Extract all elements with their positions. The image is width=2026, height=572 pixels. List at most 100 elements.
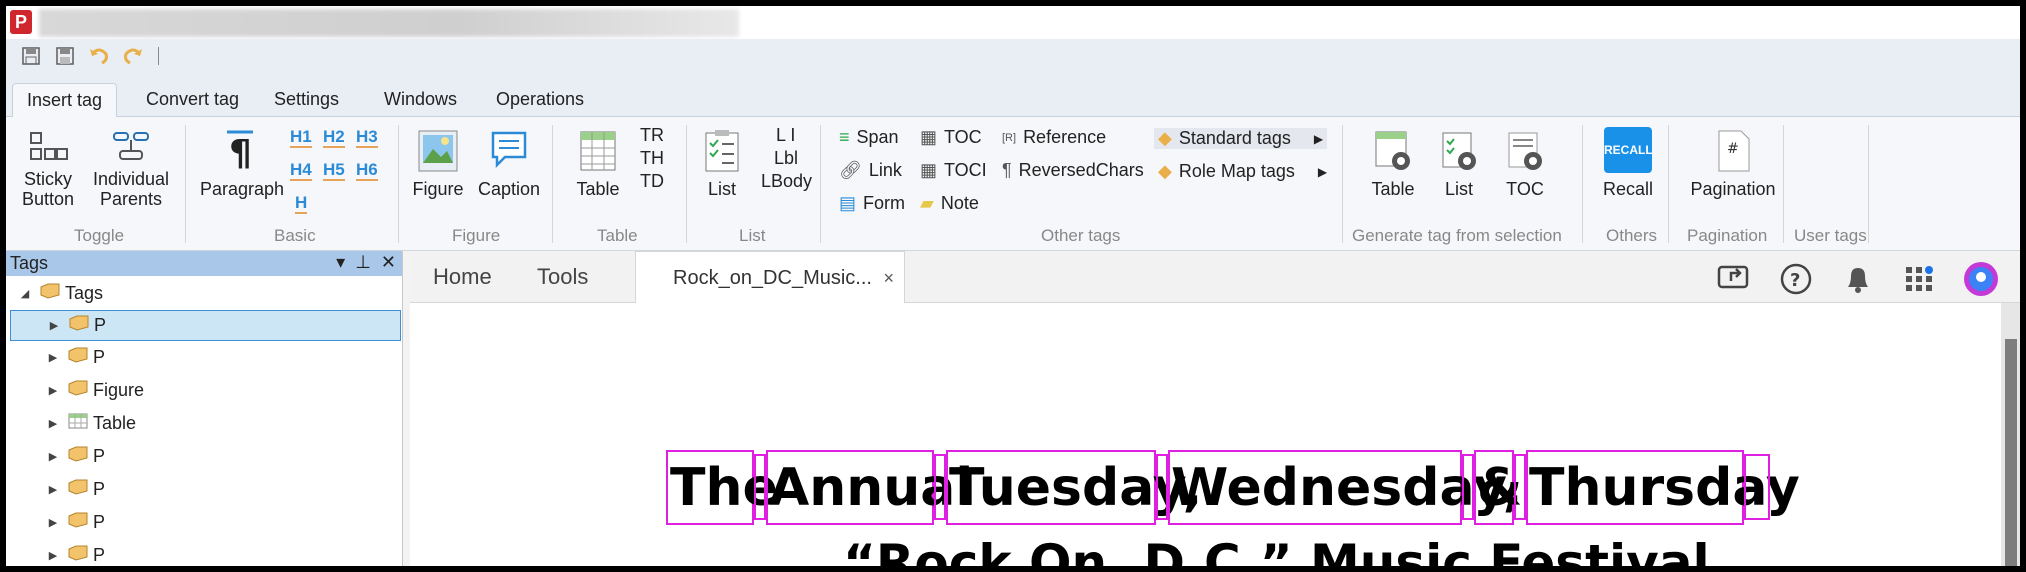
tree-item[interactable]: ▶ P bbox=[46, 342, 105, 373]
tree-item[interactable]: ▶ P bbox=[46, 540, 105, 566]
scrollbar-thumb[interactable] bbox=[2005, 339, 2017, 566]
h2-button[interactable]: H2 bbox=[323, 127, 345, 148]
submenu-arrow-icon: ▶ bbox=[1317, 164, 1328, 179]
document-area: Home Tools Rock_on_DC_Music... × ? The A… bbox=[410, 251, 2020, 566]
group-label-figure: Figure bbox=[452, 226, 501, 245]
tree-item-label: P bbox=[93, 545, 106, 565]
save-as-icon[interactable] bbox=[52, 43, 78, 69]
li-button[interactable]: L I bbox=[776, 125, 795, 146]
tools-tab[interactable]: Tools bbox=[537, 251, 588, 303]
h1-button[interactable]: H1 bbox=[290, 127, 312, 148]
figure-button[interactable]: Figure bbox=[410, 129, 466, 199]
toc-button[interactable]: ▦ TOC bbox=[920, 127, 982, 148]
submenu-arrow-icon: ▶ bbox=[1313, 131, 1324, 146]
save-icon[interactable] bbox=[18, 43, 44, 69]
recall-button[interactable]: RECALL Recall bbox=[1598, 127, 1658, 199]
reversedchars-button[interactable]: ¶ ReversedChars bbox=[1002, 160, 1144, 181]
expand-icon[interactable]: ▶ bbox=[46, 483, 60, 496]
expand-icon[interactable]: ▶ bbox=[47, 319, 61, 332]
quick-access-toolbar bbox=[6, 39, 2020, 73]
table-button[interactable]: Table bbox=[572, 129, 624, 199]
heading-word[interactable]: Thursday bbox=[1526, 450, 1800, 525]
tag-icon bbox=[68, 479, 88, 500]
th-button[interactable]: TH bbox=[640, 148, 664, 169]
lbl-button[interactable]: Lbl bbox=[774, 148, 798, 169]
apps-grid-icon[interactable] bbox=[1904, 263, 1934, 293]
link-button[interactable]: 🔗︎ Link bbox=[839, 160, 902, 181]
h4-button[interactable]: H4 bbox=[290, 160, 312, 181]
role-map-tags-button[interactable]: ◆ Role Map tags ▶ bbox=[1158, 161, 1327, 182]
user-avatar-icon[interactable] bbox=[1963, 261, 1999, 297]
h6-button[interactable]: H6 bbox=[356, 160, 378, 181]
home-tab[interactable]: Home bbox=[433, 251, 492, 303]
form-button[interactable]: ▤ Form bbox=[839, 193, 905, 214]
heading-word[interactable]: Tuesday, bbox=[946, 450, 1202, 525]
close-tab-icon[interactable]: × bbox=[883, 252, 894, 304]
document-tab[interactable]: Rock_on_DC_Music... × bbox=[635, 251, 905, 304]
generate-table-button[interactable]: Table bbox=[1368, 129, 1418, 199]
note-button[interactable]: ▰ Note bbox=[920, 193, 979, 214]
expand-icon[interactable]: ▶ bbox=[46, 384, 60, 397]
expand-icon[interactable]: ▶ bbox=[46, 450, 60, 463]
reference-icon: [R] bbox=[1002, 131, 1017, 144]
standard-tags-button[interactable]: ◆ Standard tags ▶ bbox=[1154, 128, 1328, 149]
tr-button[interactable]: TR bbox=[640, 125, 664, 146]
reference-button[interactable]: [R] Reference bbox=[1002, 127, 1106, 148]
space-highlight bbox=[1744, 454, 1770, 520]
pagination-icon: # bbox=[1718, 130, 1750, 172]
sticky-button-toggle[interactable]: Sticky Button bbox=[18, 129, 78, 209]
expand-icon[interactable]: ▶ bbox=[46, 351, 60, 364]
tab-operations[interactable]: Operations bbox=[482, 83, 598, 118]
tab-windows[interactable]: Windows bbox=[370, 83, 471, 118]
pagination-button[interactable]: # Pagination bbox=[1686, 129, 1780, 199]
heading-word[interactable]: The bbox=[666, 450, 778, 525]
h5-button[interactable]: H5 bbox=[323, 160, 345, 181]
tree-item[interactable]: ▶ P bbox=[46, 474, 105, 505]
pin-icon[interactable]: ⊥ bbox=[355, 252, 371, 273]
generate-toc-button[interactable]: TOC bbox=[1500, 129, 1550, 199]
expand-icon[interactable]: ▶ bbox=[46, 417, 60, 430]
standard-tags-label: Standard tags bbox=[1178, 128, 1291, 148]
undo-icon[interactable] bbox=[86, 43, 112, 69]
td-button[interactable]: TD bbox=[640, 171, 664, 192]
group-divider bbox=[1342, 125, 1343, 243]
lbody-button[interactable]: LBody bbox=[761, 171, 812, 192]
group-label-user-tags: User tags bbox=[1794, 226, 1867, 245]
svg-text:?: ? bbox=[1790, 270, 1800, 291]
tree-item[interactable]: ▶ Figure bbox=[46, 375, 144, 406]
tab-settings[interactable]: Settings bbox=[260, 83, 353, 118]
heading-word[interactable]: Annual bbox=[766, 450, 973, 525]
collapse-icon[interactable]: ◢ bbox=[18, 287, 32, 300]
individual-parents-toggle[interactable]: Individual Parents bbox=[86, 129, 176, 209]
generate-list-button[interactable]: List bbox=[1434, 129, 1484, 199]
h3-button[interactable]: H3 bbox=[356, 127, 378, 148]
share-screen-icon[interactable] bbox=[1717, 263, 1751, 293]
redo-icon[interactable] bbox=[120, 43, 146, 69]
toci-button[interactable]: ▦ TOCI bbox=[920, 160, 987, 181]
heading-word[interactable]: Wednesday, bbox=[1168, 450, 1523, 525]
tree-item[interactable]: ▶ P bbox=[10, 310, 401, 341]
paragraph-button[interactable]: ¶ Paragraph bbox=[200, 129, 284, 199]
heading-word[interactable]: & bbox=[1474, 450, 1522, 525]
tab-insert-tag[interactable]: Insert tag bbox=[12, 83, 118, 118]
caption-button[interactable]: Caption bbox=[474, 129, 544, 199]
list-button[interactable]: List bbox=[696, 129, 748, 199]
tab-convert-tag[interactable]: Convert tag bbox=[132, 83, 253, 118]
close-panel-icon[interactable]: ✕ bbox=[381, 252, 396, 273]
tree-item[interactable]: ▶ P bbox=[46, 441, 105, 472]
space-highlight bbox=[1514, 454, 1526, 520]
help-icon[interactable]: ? bbox=[1780, 263, 1812, 295]
vertical-scrollbar[interactable] bbox=[2001, 303, 2020, 566]
list-label: List bbox=[707, 179, 736, 199]
panel-menu-icon[interactable]: ▾ bbox=[336, 252, 345, 273]
span-button[interactable]: ≡ Span bbox=[839, 127, 899, 148]
tree-item[interactable]: ▶ Table bbox=[46, 408, 136, 439]
expand-icon[interactable]: ▶ bbox=[46, 516, 60, 529]
group-divider bbox=[185, 125, 186, 243]
expand-icon[interactable]: ▶ bbox=[46, 549, 60, 562]
tree-item[interactable]: ▶ P bbox=[46, 507, 105, 538]
svg-text:#: # bbox=[1727, 141, 1739, 157]
notifications-bell-icon[interactable] bbox=[1844, 263, 1872, 295]
h-button[interactable]: H bbox=[295, 193, 308, 214]
tree-root[interactable]: ◢ Tags bbox=[18, 278, 103, 309]
